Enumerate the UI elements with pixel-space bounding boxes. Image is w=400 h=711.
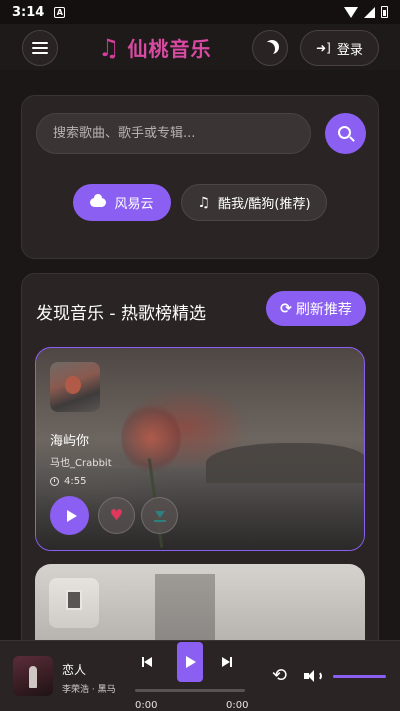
background-art (155, 574, 215, 644)
play-icon (186, 656, 196, 668)
sign-in-icon: ➜] (316, 41, 331, 55)
player-song-title: 恋人 (62, 663, 87, 677)
player-bar: 恋人 李荣浩 · 黑马 0:00 0:00 ⟲ (0, 640, 400, 711)
play-button[interactable] (50, 496, 89, 535)
like-button[interactable]: ♥ (98, 497, 135, 534)
source-label: 风易云 (114, 197, 154, 212)
notification-a-icon: A (54, 6, 66, 18)
music-note-icon: ♫ (197, 194, 211, 211)
refresh-button[interactable]: ⟳ 刷新推荐 (266, 291, 366, 326)
song-duration: 4:55 (50, 476, 86, 487)
status-bar: 3:14 A (0, 0, 400, 24)
source-netease-button[interactable]: 风易云 (73, 184, 171, 221)
volume-button[interactable] (304, 669, 324, 683)
wifi-icon (344, 6, 358, 18)
play-icon (66, 509, 77, 522)
menu-button[interactable] (22, 30, 58, 66)
source-kuwo-button[interactable]: ♫ 酷我/酷狗(推荐) (181, 184, 327, 221)
music-note-icon: ♫ (98, 33, 120, 62)
repeat-button[interactable]: ⟲ (272, 667, 287, 685)
clock-icon (50, 477, 59, 486)
volume-slider[interactable] (333, 675, 386, 678)
refresh-icon: ⟳ (280, 300, 292, 317)
background-rock (206, 443, 364, 483)
cloud-icon (90, 194, 107, 207)
album-cover (49, 578, 99, 628)
skip-forward-icon (222, 657, 230, 667)
search-panel: 风易云 ♫ 酷我/酷狗(推荐) (21, 95, 379, 259)
song-artist: 马也_Crabbit (50, 458, 112, 469)
status-time: 3:14 (12, 4, 45, 20)
song-card[interactable]: 海屿你 马也_Crabbit 4:55 ♥ (35, 347, 365, 551)
duration-text: 4:55 (64, 476, 87, 487)
battery-icon (381, 6, 388, 18)
search-button[interactable] (325, 113, 366, 154)
player-album-cover[interactable] (13, 656, 53, 696)
section-title: 发现音乐 - 热歌榜精选 (36, 304, 206, 324)
main-play-button[interactable] (177, 642, 203, 682)
signal-icon (364, 6, 375, 18)
refresh-label: 刷新推荐 (295, 301, 352, 318)
next-button[interactable] (222, 654, 238, 670)
progress-bar[interactable] (135, 689, 245, 692)
app-header: ♫ 仙桃音乐 ➜] 登录 (0, 24, 400, 70)
repeat-icon: ⟲ (272, 665, 288, 686)
heart-icon: ♥ (109, 506, 124, 524)
player-song-artist: 李荣浩 · 黑马 (62, 685, 116, 695)
hamburger-icon (32, 42, 48, 54)
theme-toggle-button[interactable] (252, 30, 288, 66)
login-label: 登录 (336, 42, 363, 58)
total-time: 0:00 (226, 700, 249, 711)
moon-icon (261, 42, 275, 56)
brand: ♫ 仙桃音乐 (98, 33, 212, 62)
status-icons (344, 6, 388, 18)
download-icon (153, 510, 166, 522)
song-title: 海屿你 (50, 434, 90, 449)
current-time: 0:00 (135, 700, 158, 711)
discover-panel: 发现音乐 - 热歌榜精选 ⟳ 刷新推荐 海屿你 马也_Crabbit 4:55 … (21, 273, 379, 653)
previous-button[interactable] (142, 654, 158, 670)
search-input[interactable] (36, 113, 311, 154)
brand-name: 仙桃音乐 (127, 37, 212, 61)
source-label: 酷我/酷狗(推荐) (218, 197, 311, 212)
album-cover (50, 362, 100, 412)
login-button[interactable]: ➜] 登录 (300, 30, 379, 66)
download-button[interactable] (141, 497, 178, 534)
search-icon (338, 126, 351, 139)
